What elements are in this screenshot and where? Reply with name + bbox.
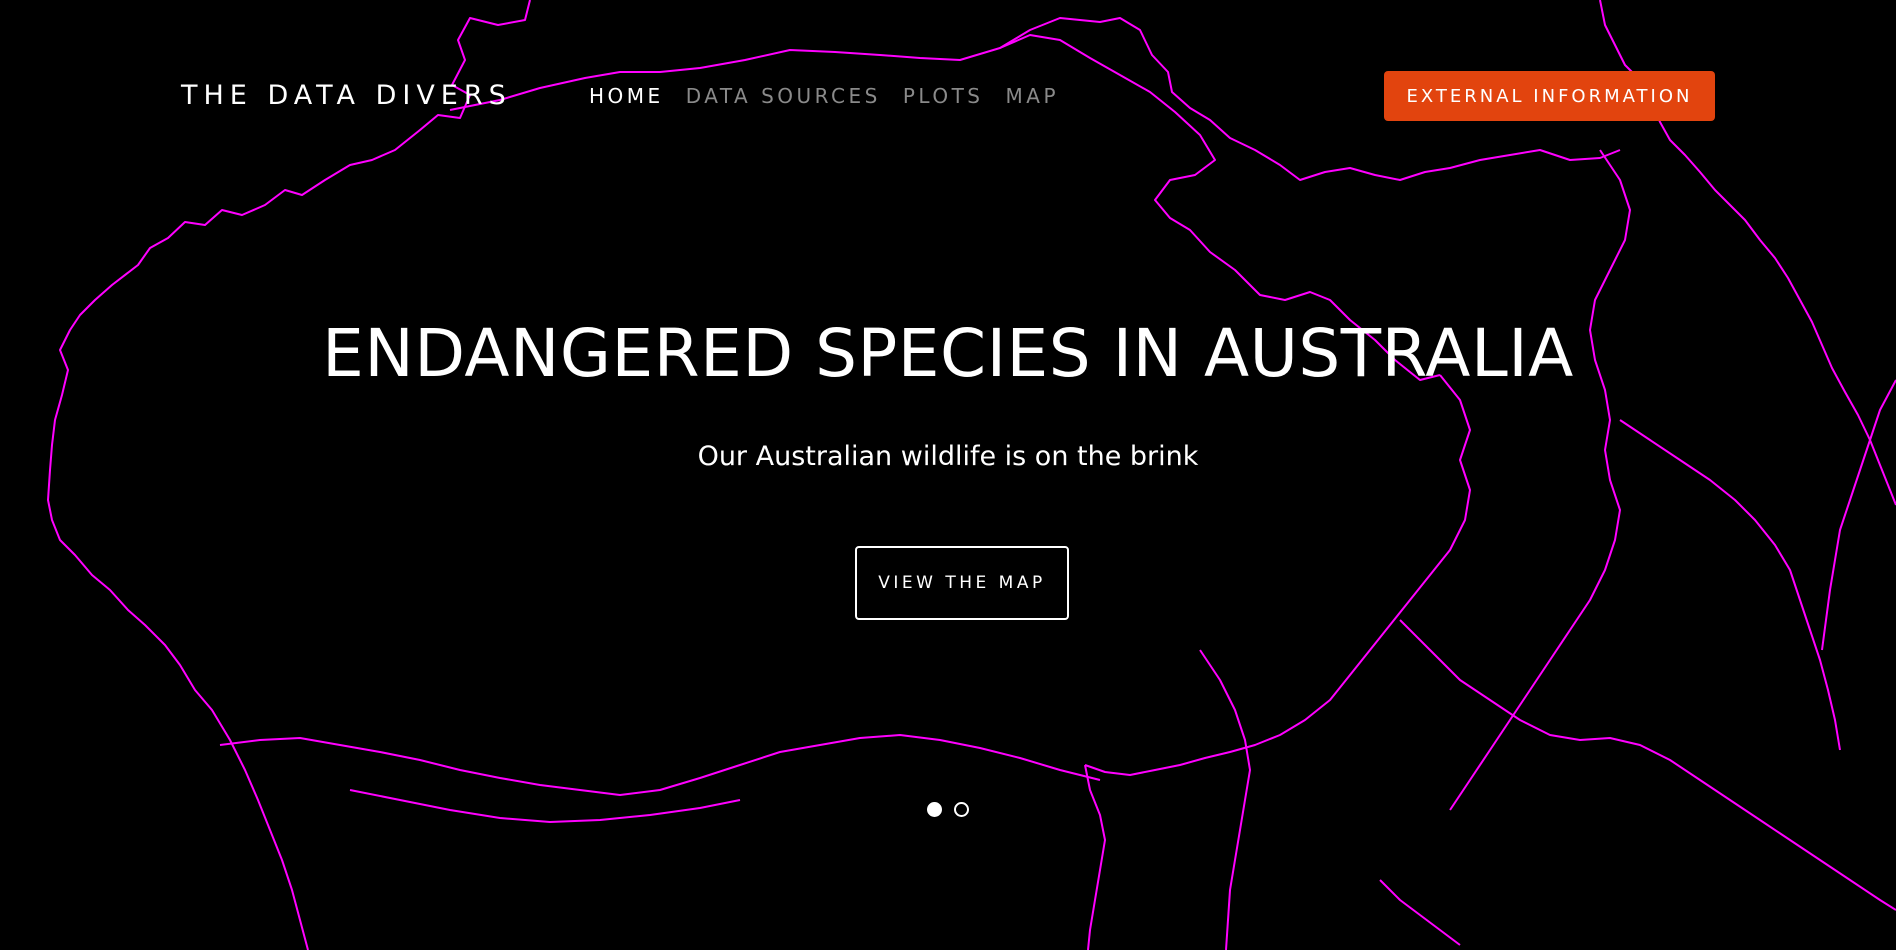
southeast-inner-path	[1199, 649, 1251, 950]
hero-title: ENDANGERED SPECIES IN AUSTRALIA	[322, 315, 1574, 392]
carousel-indicators	[927, 802, 969, 817]
tasmania-edge-path	[1379, 879, 1461, 946]
nav-link-data-sources[interactable]: DATA SOURCES	[686, 84, 881, 108]
bight-inner-path	[349, 789, 741, 823]
nav-link-map[interactable]: MAP	[1006, 84, 1060, 108]
external-information-button[interactable]: EXTERNAL INFORMATION	[1384, 71, 1715, 121]
nav-link-plots[interactable]: PLOTS	[903, 84, 984, 108]
nav-links: HOME DATA SOURCES PLOTS MAP	[589, 84, 1059, 108]
inner-region-2	[1449, 149, 1631, 811]
nav-link-home[interactable]: HOME	[589, 84, 664, 108]
inner-region-1	[1084, 374, 1471, 776]
inner-region-4	[1084, 764, 1106, 950]
carousel-dot-2[interactable]	[954, 802, 969, 817]
carousel-dot-1[interactable]	[927, 802, 942, 817]
view-map-button[interactable]: VIEW THE MAP	[855, 546, 1069, 620]
east-edge-path	[1821, 379, 1896, 651]
south-coast-path	[219, 734, 1101, 796]
hero-subtitle: Our Australian wildlife is on the brink	[697, 441, 1199, 472]
brand-logo[interactable]: THE DATA DIVERS	[181, 80, 512, 111]
top-navbar: THE DATA DIVERS HOME DATA SOURCES PLOTS …	[0, 0, 1896, 190]
